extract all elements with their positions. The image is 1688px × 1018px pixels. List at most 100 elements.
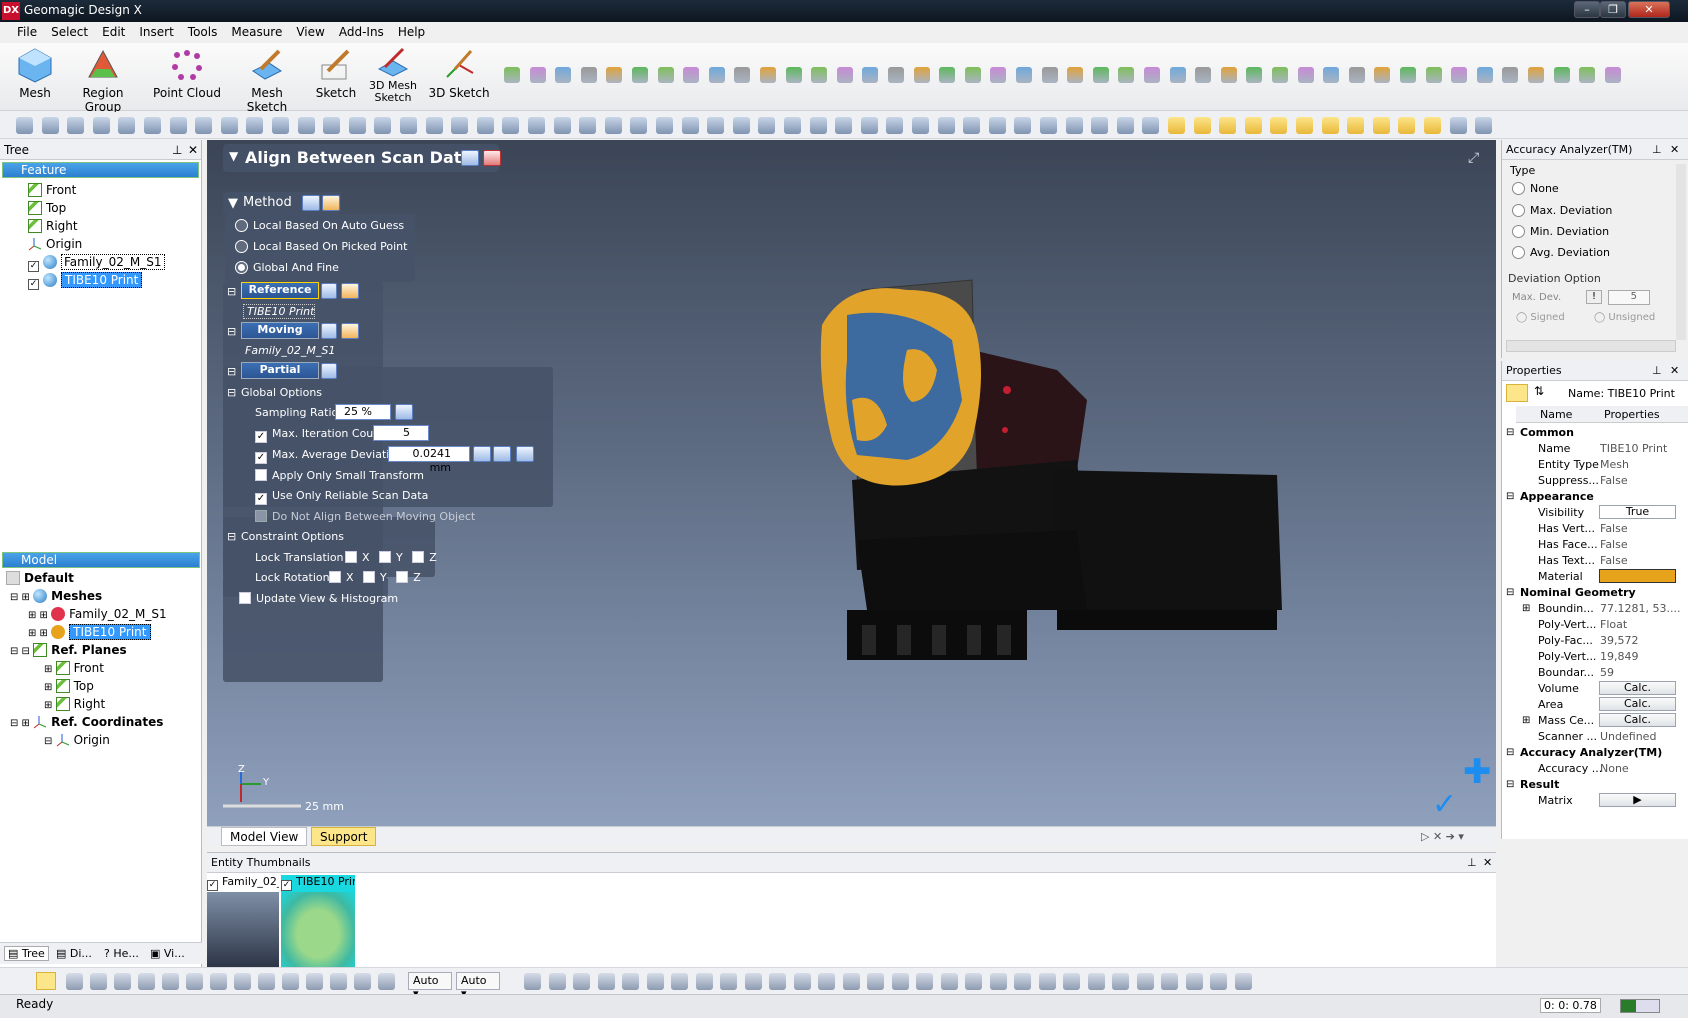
tree-close-icon[interactable]: ✕ — [188, 143, 198, 157]
toolbar-tool-icon[interactable] — [400, 117, 417, 134]
toolbar-tool-icon[interactable] — [937, 117, 955, 134]
menu-addins[interactable]: Add-Ins — [332, 22, 391, 39]
method-radio-global[interactable]: Global And Fine — [235, 261, 339, 274]
toolbar-tool-icon[interactable] — [604, 117, 622, 134]
ribbon-tool-icon[interactable] — [1400, 67, 1416, 83]
bottom-tool-icon[interactable] — [867, 973, 884, 990]
prop-matrix-value[interactable]: ▶ — [1599, 793, 1676, 807]
reference-reset-button[interactable] — [341, 283, 359, 299]
prop-row-poly_fac[interactable]: Poly-Fac... 39,572 — [1502, 632, 1688, 649]
type-none[interactable]: None — [1512, 182, 1559, 195]
lock-translation-y[interactable] — [379, 551, 392, 563]
bottom-tool-icon[interactable] — [354, 973, 371, 990]
mesh-sketch-button[interactable]: Mesh Sketch — [232, 47, 302, 114]
toolbar-tool-icon[interactable] — [374, 117, 392, 134]
visibility-checkbox[interactable]: ✓ — [28, 279, 39, 290]
max-avg-dev-row[interactable]: ✓ Max. Average Deviation — [255, 448, 403, 464]
bottom-tool-icon[interactable] — [646, 973, 664, 990]
ribbon-tool-icon[interactable] — [1374, 67, 1391, 83]
group-common[interactable]: ⊟ Common — [1502, 424, 1688, 441]
visibility-checkbox[interactable]: ✓ — [28, 261, 39, 272]
moving-value[interactable]: Family_02_M_S1 — [245, 344, 335, 357]
max-dev-input[interactable]: 5 — [1608, 290, 1650, 305]
ribbon-tool-icon[interactable] — [708, 67, 725, 83]
ribbon-tool-icon[interactable] — [1476, 67, 1493, 83]
prop-row-visibility[interactable]: Visibility True — [1502, 504, 1688, 521]
toolbar-tool-icon[interactable] — [144, 117, 161, 134]
ribbon-tool-icon[interactable] — [1169, 67, 1186, 83]
prop-row-suppress[interactable]: Suppress... False — [1502, 472, 1688, 489]
group-accuracy[interactable]: ⊟ Accuracy Analyzer(TM) — [1502, 744, 1688, 761]
bottom-tool-icon[interactable] — [1234, 973, 1252, 990]
menu-measure[interactable]: Measure — [224, 22, 289, 39]
ribbon-tool-icon[interactable] — [1297, 67, 1314, 83]
prop-area-value[interactable]: Calc. — [1599, 697, 1676, 711]
toolbar-tool-icon[interactable] — [912, 117, 929, 134]
method-radio-auto[interactable]: Local Based On Auto Guess — [235, 219, 404, 232]
pin-icon[interactable]: ⊥ — [172, 143, 182, 157]
group-result[interactable]: ⊟ Result — [1502, 776, 1688, 793]
feature-right[interactable]: Right — [28, 218, 78, 235]
ribbon-tool-icon[interactable] — [734, 67, 751, 83]
plane-front[interactable]: ⊞ Front — [44, 660, 104, 677]
lock-rotation-z[interactable] — [396, 571, 409, 583]
bottom-tool-icon[interactable] — [965, 973, 982, 990]
bottom-tool-icon[interactable] — [695, 973, 713, 990]
bottom-tool-icon[interactable] — [1063, 973, 1080, 990]
partial-header[interactable]: Partial — [241, 362, 319, 379]
toolbar-tool-icon[interactable] — [67, 117, 85, 134]
prop-row-name[interactable]: Name TIBE10 Print — [1502, 440, 1688, 457]
pin-icon[interactable]: ⊥ — [1652, 364, 1662, 377]
ribbon-tool-icon[interactable] — [1604, 67, 1621, 83]
bottom-tool-icon[interactable] — [378, 973, 395, 990]
meshes-node[interactable]: ⊟ ⊞ Meshes — [10, 588, 102, 605]
menu-insert[interactable]: Insert — [132, 22, 180, 39]
bottom-tool-icon[interactable] — [90, 973, 107, 990]
dialog-cancel-button[interactable] — [483, 150, 501, 166]
toolbar-tool-icon[interactable] — [528, 117, 545, 134]
toolbar-tool-icon[interactable] — [1475, 117, 1493, 134]
lock-translation-z[interactable] — [412, 551, 425, 563]
ribbon-tool-icon[interactable] — [785, 67, 802, 83]
ribbon-tool-icon[interactable] — [1092, 67, 1109, 83]
prop-row-bounding[interactable]: ⊞ Boundin... 77.1281, 53.... — [1502, 600, 1688, 617]
toolbar-tool-icon[interactable] — [169, 117, 187, 134]
feature-front[interactable]: Front — [28, 182, 76, 199]
collapse-icon[interactable]: ⊟ — [1506, 584, 1514, 601]
reference-collapse-icon[interactable]: ⊟ — [227, 285, 236, 298]
ribbon-tool-icon[interactable] — [862, 67, 879, 83]
bottom-tool-icon[interactable] — [1210, 973, 1227, 990]
collapse-icon[interactable]: ▼ — [229, 149, 238, 163]
tab-view[interactable]: ▣ Vi... — [150, 947, 185, 960]
accuracy-hscrollbar[interactable] — [1506, 340, 1676, 352]
toolbar-tool-icon[interactable] — [681, 117, 699, 134]
toolbar-tool-icon[interactable] — [1219, 117, 1237, 134]
plane-right[interactable]: ⊞ Right — [44, 696, 105, 713]
thumbnail-checkbox[interactable]: ✓ — [281, 880, 292, 891]
ribbon-tool-icon[interactable] — [1425, 67, 1442, 83]
toolbar-tool-icon[interactable] — [1040, 117, 1057, 134]
ribbon-tool-icon[interactable] — [529, 67, 546, 83]
toolbar-tool-icon[interactable] — [1065, 117, 1083, 134]
bottom-tool-icon[interactable] — [210, 973, 227, 990]
ribbon-tool-icon[interactable] — [1348, 67, 1365, 83]
model-section-header[interactable]: Model — [2, 552, 200, 568]
bottom-tool-icon[interactable] — [818, 973, 835, 990]
pin-icon[interactable]: ⊥ — [1467, 856, 1477, 869]
feature-origin[interactable]: Origin — [28, 236, 82, 253]
toolbar-tool-icon[interactable] — [1296, 117, 1313, 134]
type-max[interactable]: Max. Deviation — [1512, 204, 1612, 217]
toolbar-tool-icon[interactable] — [963, 117, 981, 134]
sampling-ratio-search-button[interactable] — [395, 404, 413, 420]
collapse-icon[interactable]: ⊟ — [1506, 424, 1514, 441]
bottom-tool-icon[interactable] — [1087, 973, 1105, 990]
update-view-row[interactable]: Update View & Histogram — [239, 592, 398, 605]
sketch-button[interactable]: Sketch — [312, 47, 360, 109]
toolbar-tool-icon[interactable] — [272, 117, 289, 134]
bottom-tool-icon[interactable] — [842, 973, 860, 990]
max-iter-row[interactable]: ✓ Max. Iteration Count — [255, 427, 385, 443]
bottom-tool-icon[interactable] — [330, 973, 347, 990]
bottom-tool-icon[interactable] — [1136, 973, 1154, 990]
ribbon-tool-icon[interactable] — [1220, 67, 1237, 83]
bottom-tool-icon[interactable] — [282, 973, 299, 990]
